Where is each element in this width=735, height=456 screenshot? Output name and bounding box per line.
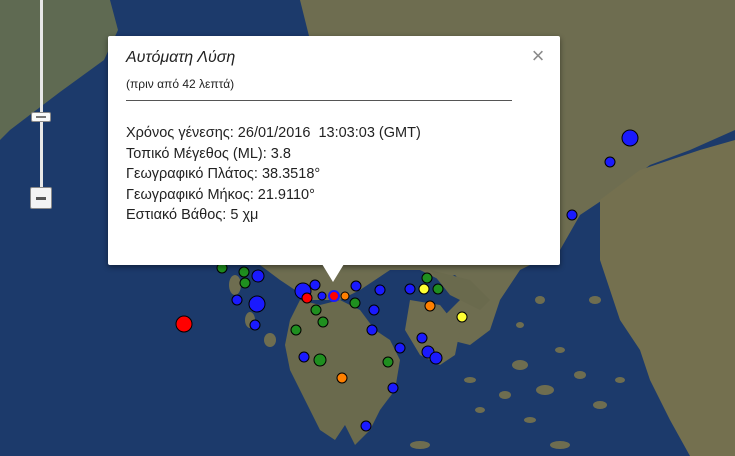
quake-marker [387,382,399,394]
detail-label: Εστιακό Βάθος: [126,207,227,223]
quake-marker [313,353,327,367]
quake-marker [249,319,261,331]
detail-value: 38.3518° [257,166,321,182]
quake-marker [238,266,250,278]
quake-marker [429,351,443,365]
quake-marker [382,356,394,368]
quake-marker [340,291,350,301]
quake-marker [349,297,361,309]
earthquake-info-popup: Αυτόματη Λύση (πριν από 42 λεπτά) × Χρόν… [108,36,560,265]
quake-marker [251,269,265,283]
quake-marker [239,277,251,289]
detail-value: 26/01/2016 13:03:03 (GMT) [233,125,421,141]
detail-longitude: Γεωγραφικό Μήκος: 21.9110° [126,185,421,206]
quake-marker [374,284,386,296]
zoom-slider-handle[interactable] [31,112,51,122]
detail-latitude: Γεωγραφικό Πλάτος: 38.3518° [126,164,421,185]
quake-marker-selected [328,290,340,302]
quake-marker [175,315,193,333]
detail-depth: Εστιακό Βάθος: 5 χμ [126,205,421,226]
quake-marker [309,279,321,291]
quake-marker [317,291,327,301]
detail-value: 3.8 [266,145,291,162]
popup-title: Αυτόματη Λύση [126,49,236,66]
quake-marker [301,292,313,304]
quake-marker [421,272,433,284]
quake-marker [310,304,322,316]
quake-marker [298,351,310,363]
close-icon[interactable]: × [528,45,548,67]
zoom-slider-track[interactable] [40,0,43,190]
quake-marker [248,295,266,313]
detail-label: Τοπικό Μέγεθος (ML): [126,145,267,162]
quake-marker [456,311,468,323]
quake-marker [360,420,372,432]
detail-value: 5 χμ [226,207,259,223]
zoom-out-button[interactable] [30,187,52,209]
quake-marker [368,304,380,316]
quake-details: Χρόνος γένεσης: 26/01/2016 13:03:03 (GMT… [126,123,421,226]
detail-origin-time: Χρόνος γένεσης: 26/01/2016 13:03:03 (GMT… [126,123,421,144]
detail-value: 21.9110° [253,186,315,203]
quake-marker [621,129,639,147]
quake-marker [404,283,416,295]
detail-magnitude: Τοπικό Μέγεθος (ML): 3.8 [126,144,421,165]
quake-marker [394,342,406,354]
quake-marker [418,283,430,295]
quake-marker [336,372,348,384]
quake-marker [424,300,436,312]
detail-label: Γεωγραφικό Πλάτος: [126,166,258,182]
quake-marker [566,209,578,221]
quake-marker [317,316,329,328]
popup-pointer [322,264,344,282]
popup-divider [126,100,512,101]
quake-marker [604,156,616,168]
detail-label: Χρόνος γένεσης: [126,125,234,141]
quake-marker [231,294,243,306]
quake-marker [432,283,444,295]
popup-subtitle: (πριν από 42 λεπτά) [126,77,235,91]
detail-label: Γεωγραφικό Μήκος: [126,186,254,203]
quake-marker [350,280,362,292]
quake-marker [366,324,378,336]
quake-marker [290,324,302,336]
quake-marker [416,332,428,344]
